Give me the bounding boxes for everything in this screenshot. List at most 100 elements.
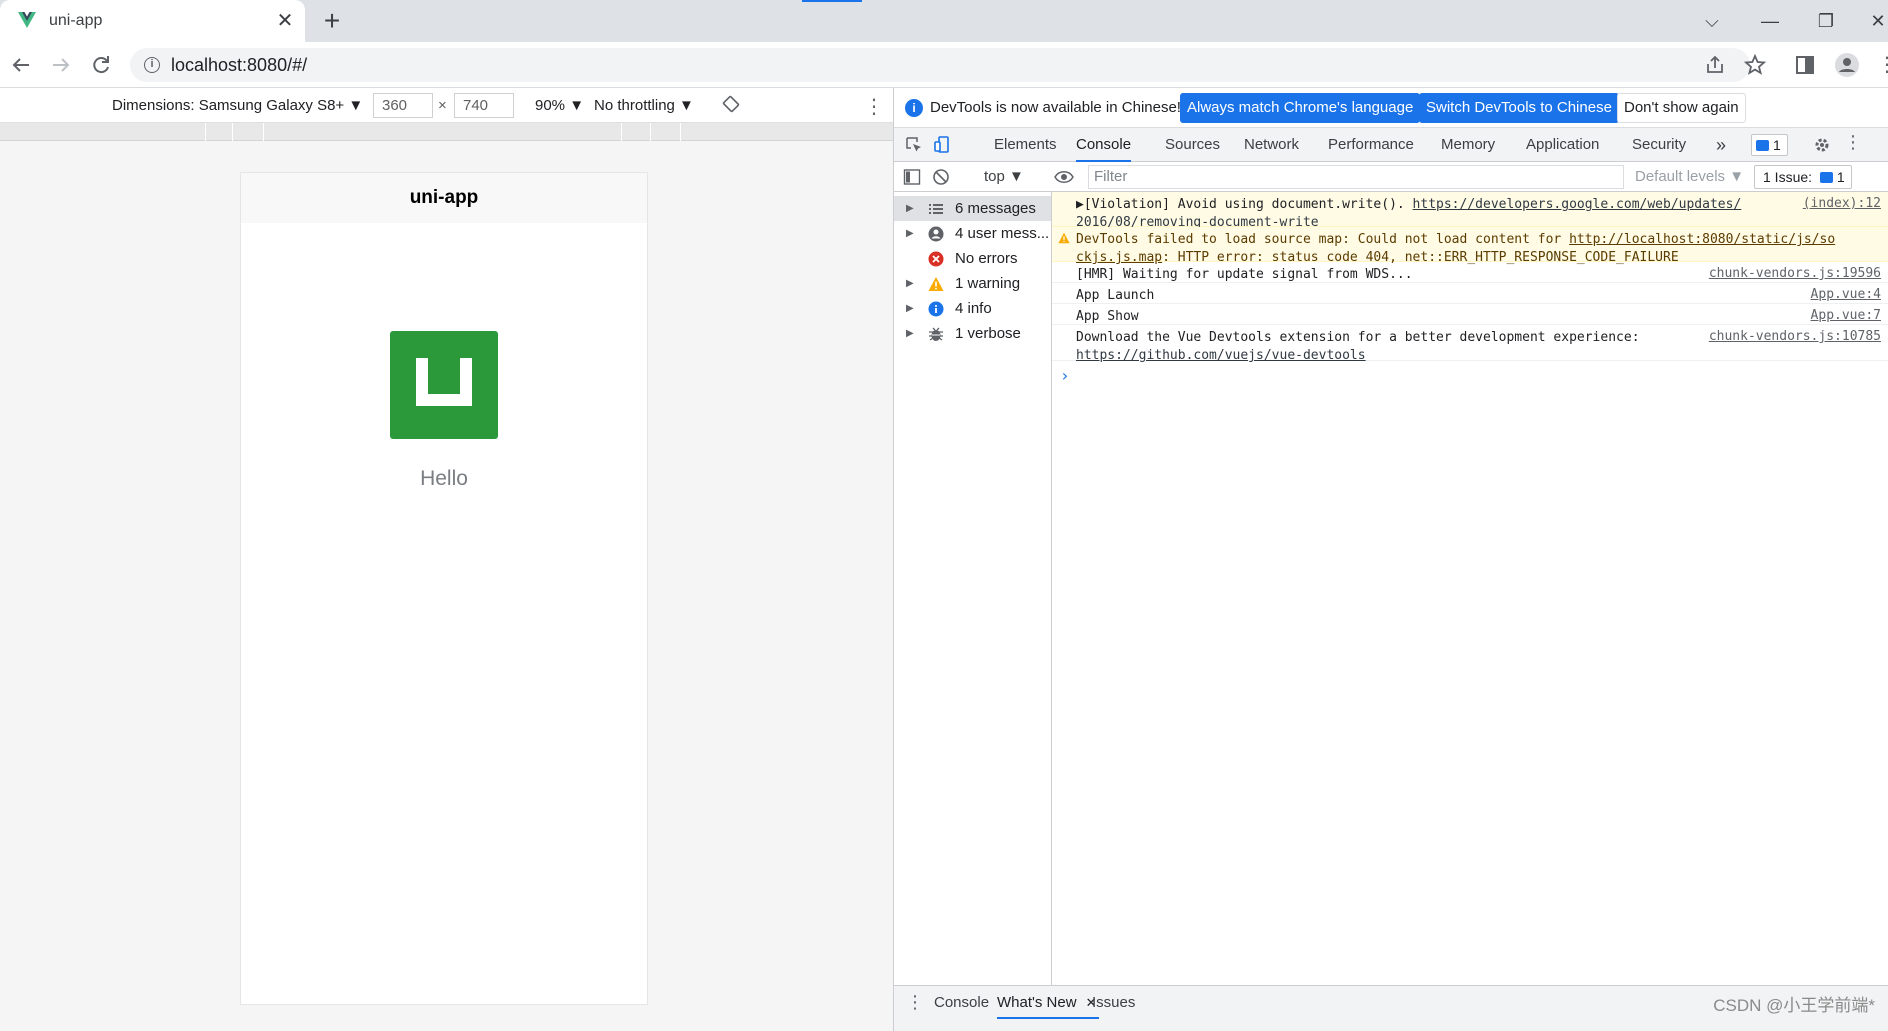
console-sidebar: ▶ 6 messages ▶ 4 user mess... No errors … (894, 192, 1052, 985)
log-entry-hmr[interactable]: [HMR] Waiting for update signal from WDS… (1052, 262, 1888, 283)
drawer-tab-console[interactable]: Console (934, 986, 989, 1019)
uni-app-logo-icon (390, 331, 498, 439)
match-language-button[interactable]: Always match Chrome's language (1180, 93, 1421, 123)
log-entry-app-show[interactable]: App Show App.vue:7 (1052, 304, 1888, 325)
log-levels-selector[interactable]: Default levels ▼ (1635, 168, 1744, 185)
tab-title: uni-app (49, 12, 103, 29)
tab-console[interactable]: Console (1076, 128, 1132, 162)
sidebar-item-verbose[interactable]: ▶ 1 verbose (894, 321, 1051, 346)
drawer-tab-whats-new[interactable]: What's New ✕ (997, 986, 1099, 1019)
reload-icon[interactable] (88, 52, 114, 78)
info-icon: i (905, 99, 923, 117)
switch-to-chinese-button[interactable]: Switch DevTools to Chinese (1419, 93, 1619, 123)
violation-source-link[interactable]: (index):12 (1803, 196, 1881, 211)
devtools-drawer: ⋮ Console What's New ✕ Issues CSDN @小王学前端… (894, 985, 1888, 1031)
forward-icon[interactable] (48, 52, 74, 78)
sidebar-item-messages[interactable]: ▶ 6 messages (894, 196, 1051, 221)
device-selector[interactable]: Dimensions: Samsung Galaxy S8+ ▼ (112, 97, 363, 114)
tab-search-dropdown-icon[interactable]: ⌵ (1694, 6, 1730, 36)
warning-icon (928, 276, 944, 292)
throttling-selector[interactable]: No throttling ▼ (594, 97, 694, 114)
restore-icon[interactable]: ❐ (1808, 6, 1844, 36)
bookmark-star-icon[interactable] (1742, 52, 1768, 78)
tab-memory[interactable]: Memory (1441, 128, 1495, 162)
infobar-message: DevTools is now available in Chinese! (930, 99, 1181, 116)
back-icon[interactable] (8, 52, 34, 78)
log-entry-vue-devtools[interactable]: Download the Vue Devtools extension for … (1052, 325, 1888, 363)
launch-source-link[interactable]: App.vue:4 (1811, 287, 1881, 302)
sidebar-item-warnings[interactable]: ▶ 1 warning (894, 271, 1051, 296)
side-panel-icon[interactable] (1792, 52, 1818, 78)
vue-devtools-source-link[interactable]: chunk-vendors.js:10785 (1709, 329, 1881, 344)
hello-text: Hello (420, 467, 468, 490)
drawer-tab-issues[interactable]: Issues (1092, 986, 1135, 1019)
profile-avatar-icon[interactable] (1834, 52, 1860, 78)
vue-devtools-link[interactable]: https://github.com/vuejs/vue-devtools (1076, 348, 1366, 363)
vue-logo-icon (18, 12, 36, 28)
devtools-menu-icon[interactable]: ⋮ (1844, 132, 1862, 153)
chrome-menu-icon[interactable]: ⋮ (1874, 52, 1888, 78)
browser-tab[interactable]: uni-app ✕ (0, 0, 305, 42)
console-toolbar: top ▼ Filter Default levels ▼ 1 Issue: 1 (894, 162, 1888, 192)
device-width-input[interactable]: 360 (373, 93, 433, 118)
log-entry-app-launch[interactable]: App Launch App.vue:4 (1052, 283, 1888, 304)
warning-icon (1058, 232, 1070, 244)
device-toggle-icon[interactable] (933, 136, 951, 154)
user-icon (928, 226, 944, 242)
context-selector[interactable]: top ▼ (984, 168, 1024, 185)
tab-performance[interactable]: Performance (1328, 128, 1414, 162)
sidebar-item-errors[interactable]: No errors (894, 246, 1051, 271)
new-tab-button[interactable]: + (317, 7, 347, 37)
rotate-icon[interactable] (722, 95, 740, 113)
minimize-icon[interactable]: — (1752, 6, 1788, 36)
device-toolbar-more-icon[interactable]: ⋮ (864, 94, 884, 119)
media-query-ruler (0, 123, 893, 141)
error-icon (928, 251, 944, 267)
console-sidebar-toggle-icon[interactable] (903, 168, 921, 186)
address-bar[interactable]: i localhost:8080/#/ (130, 48, 1750, 82)
dimension-separator: × (438, 97, 447, 114)
site-info-icon[interactable]: i (144, 57, 160, 73)
messages-badge[interactable]: 1 (1751, 134, 1788, 156)
console-prompt-icon[interactable]: › (1060, 366, 1070, 385)
zoom-selector[interactable]: 90% ▼ (535, 97, 584, 114)
source-map-link[interactable]: http://localhost:8080/static/js/so (1569, 232, 1835, 247)
device-viewport: uni-app Hello (240, 172, 648, 1005)
drawer-menu-icon[interactable]: ⋮ (906, 992, 924, 1013)
live-expression-eye-icon[interactable] (1054, 168, 1074, 186)
app-navbar-title: uni-app (241, 173, 647, 223)
devtools-tabbar: Elements Console Sources Network Perform… (894, 128, 1888, 162)
sidebar-item-info[interactable]: ▶ 4 info (894, 296, 1051, 321)
url-text: localhost:8080/#/ (171, 55, 308, 75)
list-icon (928, 201, 944, 217)
sidebar-item-user-messages[interactable]: ▶ 4 user mess... (894, 221, 1051, 246)
tab-security[interactable]: Security (1632, 128, 1686, 162)
log-entry-warning[interactable]: DevTools failed to load source map: Coul… (1052, 227, 1888, 265)
tab-close-icon[interactable]: ✕ (273, 9, 297, 33)
log-entry-violation[interactable]: ▶[Violation] Avoid using document.write(… (1052, 192, 1888, 230)
violation-link[interactable]: https://developers.google.com/web/update… (1413, 197, 1742, 212)
inspect-element-icon[interactable] (905, 136, 923, 154)
language-infobar: i DevTools is now available in Chinese! … (894, 88, 1888, 128)
clear-console-icon[interactable] (932, 168, 950, 186)
tab-strip: uni-app ✕ + ⌵ — ❐ ✕ (0, 0, 1888, 42)
tab-application[interactable]: Application (1526, 128, 1599, 162)
issues-badge[interactable]: 1 Issue: 1 (1754, 165, 1852, 189)
window-close-icon[interactable]: ✕ (1860, 6, 1888, 36)
share-icon[interactable] (1702, 52, 1728, 78)
tab-sources[interactable]: Sources (1165, 128, 1220, 162)
device-toolbar: Dimensions: Samsung Galaxy S8+ ▼ 360 × 7… (0, 88, 893, 123)
console-filter-input[interactable]: Filter (1088, 165, 1624, 189)
more-tabs-icon[interactable]: » (1716, 128, 1726, 162)
device-height-input[interactable]: 740 (454, 93, 514, 118)
settings-gear-icon[interactable] (1813, 136, 1831, 154)
tab-network[interactable]: Network (1244, 128, 1299, 162)
bug-icon (928, 326, 944, 342)
device-emulation-panel: Dimensions: Samsung Galaxy S8+ ▼ 360 × 7… (0, 88, 893, 1031)
show-source-link[interactable]: App.vue:7 (1811, 308, 1881, 323)
hmr-source-link[interactable]: chunk-vendors.js:19596 (1709, 266, 1881, 281)
dont-show-again-button[interactable]: Don't show again (1617, 93, 1746, 123)
tab-elements[interactable]: Elements (994, 128, 1057, 162)
browser-toolbar: i localhost:8080/#/ ⋮ (0, 42, 1888, 88)
console-log: ▶[Violation] Avoid using document.write(… (1052, 192, 1888, 985)
